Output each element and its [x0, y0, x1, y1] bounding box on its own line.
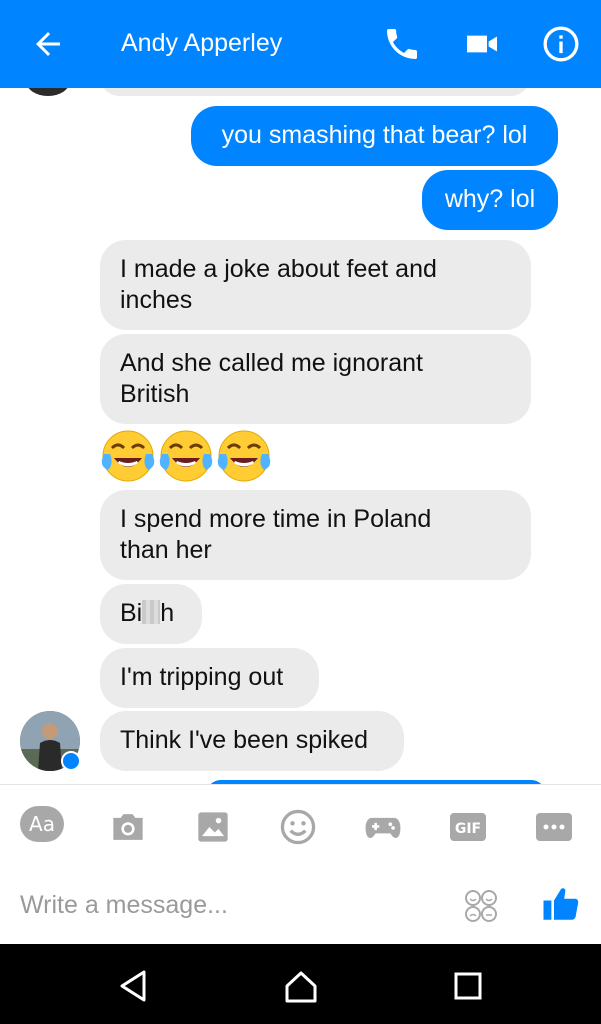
nav-home-icon[interactable] [281, 966, 321, 1006]
aa-button[interactable]: Aa [20, 806, 64, 842]
avatar [26, 88, 70, 96]
message-bubble-outgoing[interactable]: why? lol [422, 170, 558, 230]
system-navigation-bar [0, 944, 601, 1024]
contact-name[interactable]: Andy Apperley [121, 28, 282, 58]
composer: Aa GIF [0, 784, 601, 944]
video-camera-icon[interactable] [462, 24, 502, 64]
message-text-end: h [160, 599, 175, 627]
conversation-header: Andy Apperley [0, 0, 601, 88]
emoji-icon[interactable] [276, 805, 320, 849]
nav-recents-icon[interactable] [448, 966, 488, 1006]
gif-icon[interactable]: GIF [446, 805, 490, 849]
message-bubble-partial [100, 88, 530, 96]
phone-icon[interactable] [382, 24, 422, 64]
emoji-message[interactable] [100, 428, 272, 484]
gif-label: GIF [455, 821, 481, 837]
nav-back-icon[interactable] [114, 966, 154, 1006]
image-icon[interactable] [191, 805, 235, 849]
censor-blur [142, 600, 161, 624]
info-icon[interactable] [541, 24, 581, 64]
message-bubble-outgoing[interactable]: you smashing that bear? lol [191, 106, 558, 166]
thumbs-up-icon[interactable] [540, 883, 582, 925]
arrow-left-icon[interactable] [30, 26, 66, 62]
face-with-tears-of-joy-icon [159, 430, 213, 482]
message-bubble-incoming[interactable]: And she called me ignorant British [100, 334, 531, 424]
message-list[interactable]: you smashing that bear? lol why? lol I m… [0, 88, 601, 784]
message-bubble-incoming[interactable]: Bi h [100, 584, 202, 644]
face-with-tears-of-joy-icon [217, 430, 271, 482]
camera-icon[interactable] [106, 805, 150, 849]
messenger-badge-icon [61, 751, 81, 771]
message-bubble-incoming[interactable]: I spend more time in Poland than her [100, 490, 531, 580]
message-text-start: Bi [120, 599, 143, 627]
game-controller-icon[interactable] [361, 805, 405, 849]
face-with-tears-of-joy-icon [101, 430, 155, 482]
more-icon[interactable] [532, 805, 576, 849]
message-bubble-incoming[interactable]: I'm tripping out [100, 648, 319, 708]
message-bubble-incoming[interactable]: Think I've been spiked [100, 711, 404, 771]
sticker-icon[interactable] [462, 887, 500, 925]
message-input[interactable] [20, 885, 440, 925]
message-bubble-incoming[interactable]: I made a joke about feet and inches [100, 240, 531, 330]
